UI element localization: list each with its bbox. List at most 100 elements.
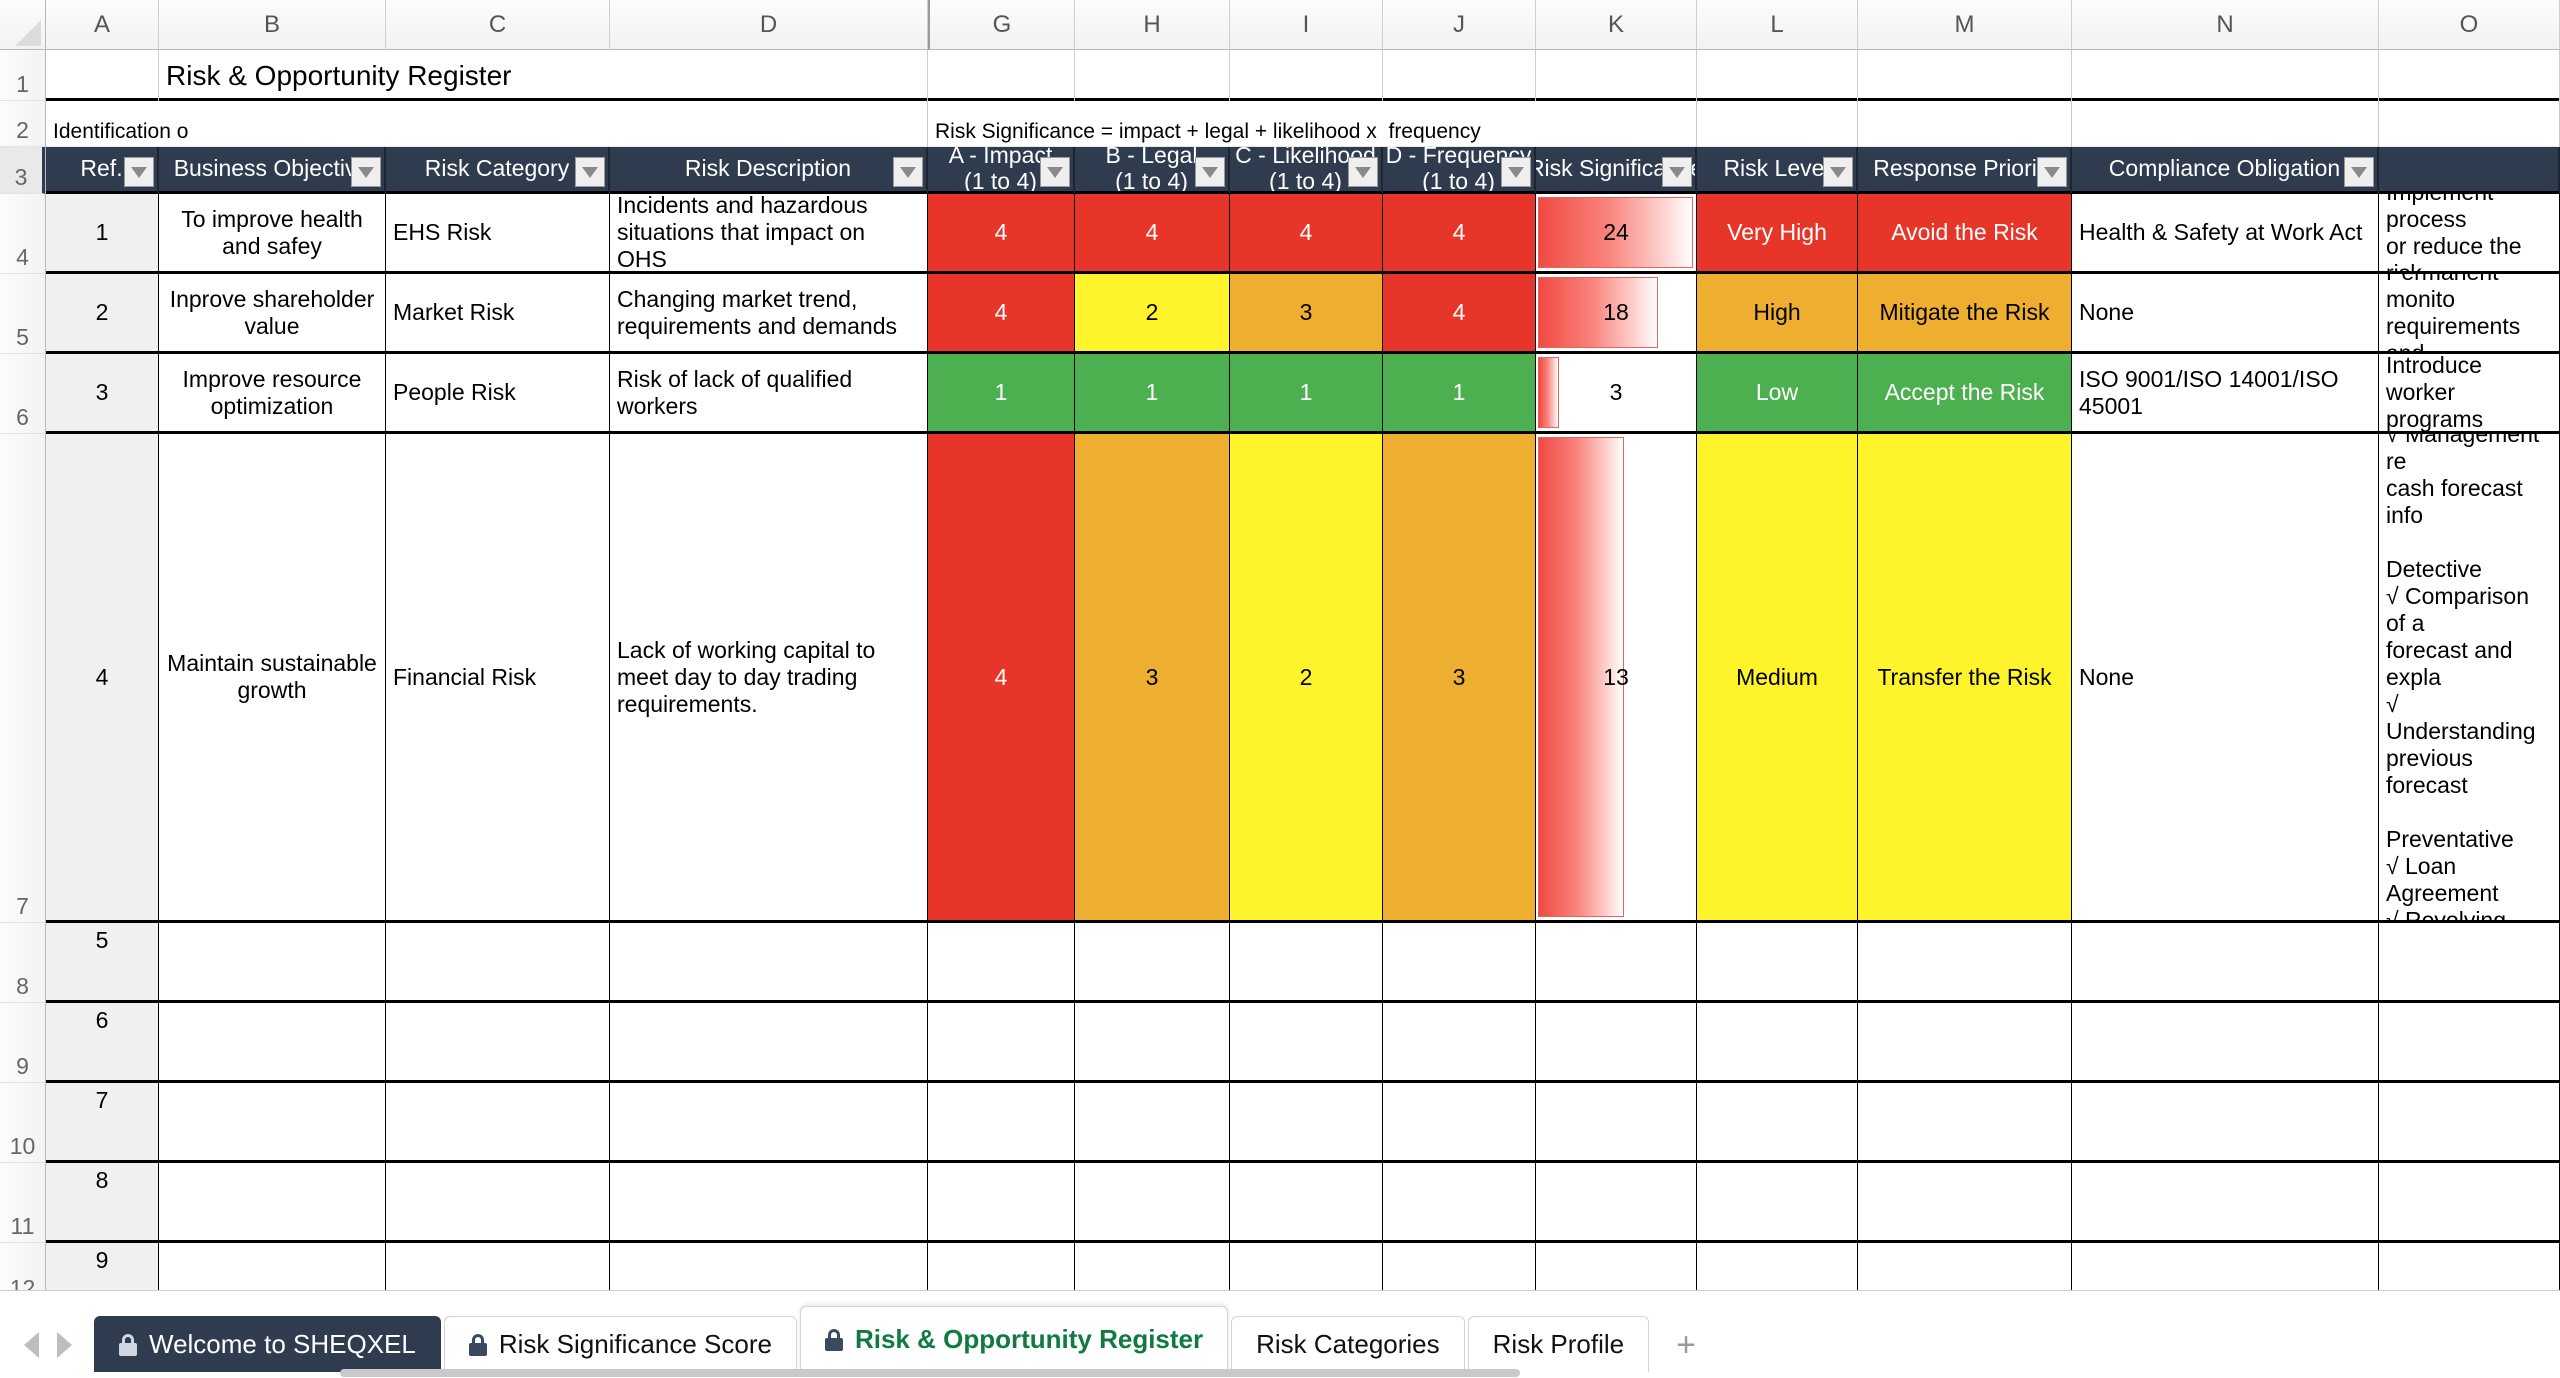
cell-empty-L[interactable] <box>1697 1003 1858 1083</box>
row-header-8[interactable]: 8 <box>0 923 45 1003</box>
filter-dropdown-icon-ref[interactable] <box>124 157 154 187</box>
filter-dropdown-icon-business_objective[interactable] <box>351 157 381 187</box>
cell-empty-C[interactable] <box>386 1003 610 1083</box>
column-header-j[interactable]: J <box>1383 0 1536 50</box>
cell-empty-C[interactable] <box>386 923 610 1003</box>
cell-business-objective[interactable]: Maintain sustainable growth <box>159 434 386 923</box>
cell-risk-level[interactable]: High <box>1697 274 1858 354</box>
column-header-h[interactable]: H <box>1075 0 1230 50</box>
cell-empty-C[interactable] <box>386 1243 610 1290</box>
cell-controls[interactable]: Permanent monito requirements and <box>2379 274 2560 354</box>
add-sheet-button[interactable]: + <box>1652 1328 1720 1372</box>
cell-empty-O[interactable] <box>2379 1243 2560 1290</box>
scrollbar-thumb[interactable] <box>340 1369 1520 1377</box>
cell-empty-H[interactable] <box>1075 1163 1230 1243</box>
cell-empty-G[interactable] <box>928 1243 1075 1290</box>
filter-dropdown-icon-risk_description[interactable] <box>893 157 923 187</box>
cell-empty-M[interactable] <box>1858 1003 2072 1083</box>
column-header-o[interactable]: O <box>2379 0 2560 50</box>
sheet-tab-risk-profile[interactable]: Risk Profile <box>1467 1316 1650 1372</box>
filter-dropdown-icon-legal[interactable] <box>1195 157 1225 187</box>
cell-row1-K[interactable] <box>1536 50 1697 101</box>
cell-empty-G[interactable] <box>928 1163 1075 1243</box>
sheet-tab-risk-significance-score[interactable]: Risk Significance Score <box>443 1316 797 1372</box>
cell-empty-H[interactable] <box>1075 923 1230 1003</box>
cell-risk-description[interactable]: Incidents and hazardous situations that … <box>610 194 928 274</box>
cell-empty-C[interactable] <box>386 1083 610 1163</box>
column-header-k[interactable]: K <box>1536 0 1697 50</box>
cell-empty-O[interactable] <box>2379 1163 2560 1243</box>
cell-score-likelihood[interactable]: 1 <box>1230 354 1383 434</box>
filter-dropdown-icon-response_priority[interactable] <box>2037 157 2067 187</box>
row-header-2[interactable]: 2 <box>0 101 45 147</box>
column-header-d[interactable]: D <box>610 0 928 50</box>
row-header-5[interactable]: 5 <box>0 274 45 354</box>
cell-score-legal[interactable]: 4 <box>1075 194 1230 274</box>
cell-ref[interactable]: 9 <box>46 1243 159 1290</box>
cell-empty-M[interactable] <box>1858 923 2072 1003</box>
cell-response-priority[interactable]: Mitigate the Risk <box>1858 274 2072 354</box>
cell-empty-B[interactable] <box>159 923 386 1003</box>
cell-empty-O[interactable] <box>2379 1003 2560 1083</box>
cell-risk-description[interactable]: Changing market trend, requirements and … <box>610 274 928 354</box>
row-header-12[interactable]: 12 <box>0 1243 45 1290</box>
cell-risk-level[interactable]: Very High <box>1697 194 1858 274</box>
cell-business-objective[interactable]: To improve health and safey <box>159 194 386 274</box>
cell-empty-B[interactable] <box>159 1163 386 1243</box>
cell-empty-L[interactable] <box>1697 1083 1858 1163</box>
cell-ref[interactable]: 1 <box>46 194 159 274</box>
cell-risk-description[interactable]: Risk of lack of qualified workers <box>610 354 928 434</box>
cell-empty-N[interactable] <box>2072 923 2379 1003</box>
sheet-tab-welcome-to-sheqxel[interactable]: Welcome to SHEQXEL <box>94 1316 441 1372</box>
cell-empty-K[interactable] <box>1536 1083 1697 1163</box>
cell-empty-D[interactable] <box>610 923 928 1003</box>
cell-score-likelihood[interactable]: 4 <box>1230 194 1383 274</box>
sheet-nav-arrows[interactable] <box>0 1332 94 1372</box>
cell-response-priority[interactable]: Transfer the Risk <box>1858 434 2072 923</box>
filter-dropdown-icon-compliance_obligation[interactable] <box>2344 157 2374 187</box>
cell-empty-O[interactable] <box>2379 1083 2560 1163</box>
filter-dropdown-icon-impact[interactable] <box>1040 157 1070 187</box>
cell-empty-D[interactable] <box>610 1003 928 1083</box>
nav-next-icon[interactable] <box>57 1332 72 1358</box>
cell-risk-significance[interactable]: 18 <box>1536 274 1697 354</box>
cell-empty-N[interactable] <box>2072 1243 2379 1290</box>
cell-empty-D[interactable] <box>610 1083 928 1163</box>
cell-empty-N[interactable] <box>2072 1083 2379 1163</box>
cell-empty-I[interactable] <box>1230 1003 1383 1083</box>
cell-empty-J[interactable] <box>1383 1003 1536 1083</box>
cell-risk-significance[interactable]: 3 <box>1536 354 1697 434</box>
column-header-l[interactable]: L <box>1697 0 1858 50</box>
sheet-tab-risk-opportunity-register[interactable]: Risk & Opportunity Register <box>799 1306 1229 1372</box>
cell-row1-O[interactable] <box>2379 50 2560 101</box>
nav-previous-icon[interactable] <box>24 1332 39 1358</box>
cell-risk-category[interactable]: EHS Risk <box>386 194 610 274</box>
column-header-n[interactable]: N <box>2072 0 2379 50</box>
cell-score-frequency[interactable]: 1 <box>1383 354 1536 434</box>
cell-empty-L[interactable] <box>1697 1163 1858 1243</box>
filter-dropdown-icon-risk_category[interactable] <box>575 157 605 187</box>
cell-risk-category[interactable]: People Risk <box>386 354 610 434</box>
cell-score-legal[interactable]: 1 <box>1075 354 1230 434</box>
cell-empty-I[interactable] <box>1230 1243 1383 1290</box>
cell-empty-D[interactable] <box>610 1243 928 1290</box>
cell-row1-I[interactable] <box>1230 50 1383 101</box>
row-header-3[interactable]: 3 <box>0 147 45 194</box>
cell-empty-K[interactable] <box>1536 923 1697 1003</box>
column-header-g[interactable]: G <box>928 0 1075 50</box>
column-header-c[interactable]: C <box>386 0 610 50</box>
cell-empty-J[interactable] <box>1383 1243 1536 1290</box>
cell-empty-N[interactable] <box>2072 1003 2379 1083</box>
cell-empty-L[interactable] <box>1697 923 1858 1003</box>
cell-empty-B[interactable] <box>159 1083 386 1163</box>
cell-score-likelihood[interactable]: 2 <box>1230 434 1383 923</box>
sheet-tab-risk-categories[interactable]: Risk Categories <box>1231 1316 1465 1372</box>
cell-business-objective[interactable]: Improve resource optimization <box>159 354 386 434</box>
cell-empty-H[interactable] <box>1075 1003 1230 1083</box>
cell-empty-M[interactable] <box>1858 1083 2072 1163</box>
cell-empty-G[interactable] <box>928 1003 1075 1083</box>
cell-ref[interactable]: 7 <box>46 1083 159 1163</box>
column-header-b[interactable]: B <box>159 0 386 50</box>
cell-empty-K[interactable] <box>1536 1003 1697 1083</box>
select-all-corner[interactable] <box>0 0 46 50</box>
